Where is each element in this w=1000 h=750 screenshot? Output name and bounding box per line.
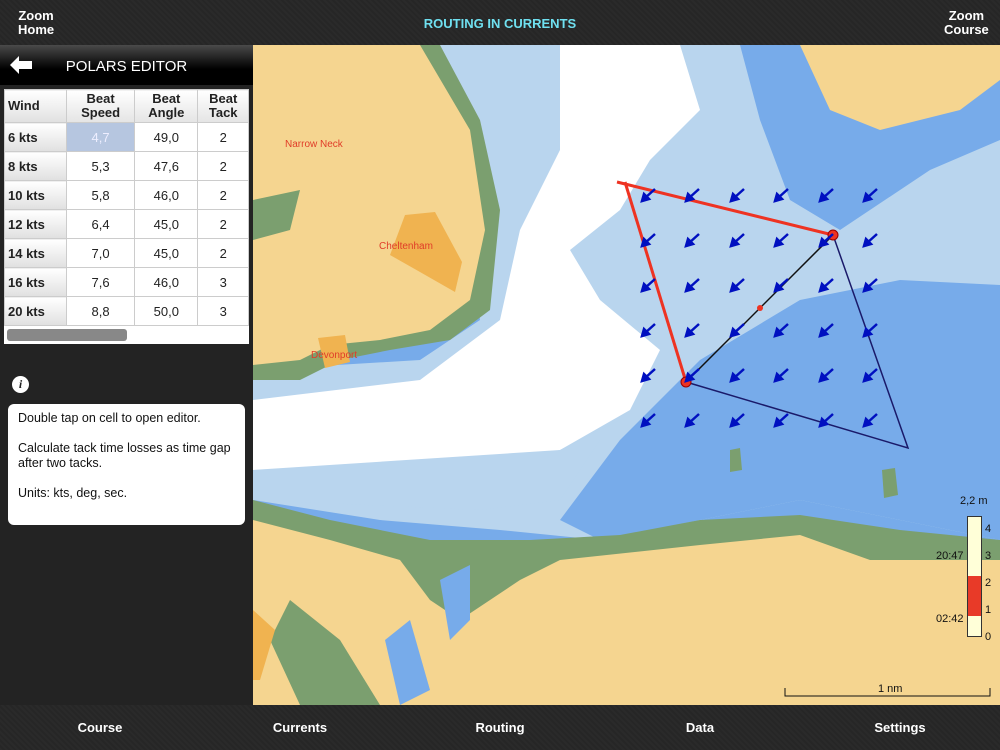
scrollbar-thumb[interactable] (6, 328, 127, 341)
nautical-chart[interactable] (253, 45, 1000, 705)
scale-label: 1 nm (878, 683, 903, 695)
polar-value-cell[interactable]: 46,0 (134, 180, 199, 210)
polars-table: Wind Beat Speed Beat Angle Beat Tack 6 kts 4… (4, 89, 249, 344)
current-arrow-icon (640, 323, 656, 338)
table-row: 14 kts 7,0 45,0 2 (4, 238, 249, 268)
label: Zoom (948, 8, 985, 23)
tide-high-time: 20:47 (936, 550, 964, 562)
polar-value-cell[interactable]: 3 (197, 296, 249, 326)
current-arrow-icon (684, 233, 700, 248)
current-arrow-icon (773, 188, 789, 203)
current-arrow-icon (773, 278, 789, 293)
note-text: Units: kts, deg, sec. (18, 486, 128, 500)
tide-low-time: 02:42 (936, 613, 964, 625)
tab-data[interactable]: Data (600, 720, 800, 735)
polar-value-cell[interactable]: 5,3 (65, 151, 136, 181)
current-arrow-icon (729, 233, 745, 248)
current-arrow-icon (729, 323, 745, 338)
help-note: Double tap on cell to open editor. Calcu… (8, 404, 245, 525)
bottom-tab-bar: Course Currents Routing Data Settings (0, 705, 1000, 750)
polar-value-cell[interactable]: 3 (197, 267, 249, 297)
tide-tick: 0 (985, 631, 992, 643)
tide-tick: 4 (985, 523, 992, 535)
polar-value-cell[interactable]: 2 (197, 180, 249, 210)
tide-tick: 3 (985, 550, 992, 562)
table-header: Wind Beat Speed Beat Angle Beat Tack (4, 89, 249, 123)
tide-height: 2,2 m (960, 495, 988, 507)
tab-currents[interactable]: Currents (200, 720, 400, 735)
note-text: Double tap on cell to open editor. (18, 411, 201, 425)
table-row: 16 kts 7,6 46,0 3 (4, 267, 249, 297)
table-row: 10 kts 5,8 46,0 2 (4, 180, 249, 210)
polar-value-cell[interactable]: 47,6 (134, 151, 199, 181)
polar-value-cell[interactable]: 2 (197, 122, 249, 152)
polar-value-cell[interactable]: 50,0 (134, 296, 199, 326)
current-arrow-icon (729, 188, 745, 203)
table-row: 12 kts 6,4 45,0 2 (4, 209, 249, 239)
polar-value-cell[interactable]: 45,0 (134, 209, 199, 239)
info-icon[interactable]: i (12, 376, 29, 393)
polar-value-cell[interactable]: 49,0 (134, 122, 199, 152)
wind-cell: 8 kts (4, 151, 67, 181)
current-arrow-icon (684, 278, 700, 293)
chart-map[interactable]: Narrow Neck Cheltenham Devonport 1 nm 2,… (253, 45, 1000, 705)
polar-value-cell[interactable]: 2 (197, 151, 249, 181)
wind-cell: 14 kts (4, 238, 67, 268)
place-label: Cheltenham (379, 241, 433, 252)
panel-header: POLARS EDITOR (0, 45, 253, 85)
polar-value-cell[interactable]: 7,0 (65, 238, 136, 268)
panel-title: POLARS EDITOR (65, 58, 188, 75)
current-arrow-icon (684, 188, 700, 203)
col-beat-tack: Beat Tack (197, 89, 249, 123)
label: Course (944, 22, 989, 37)
zoom-course-button[interactable]: Zoom Course (944, 9, 989, 37)
polar-value-cell[interactable]: 2 (197, 238, 249, 268)
tide-tick: 1 (985, 604, 992, 616)
wind-cell: 6 kts (4, 122, 67, 152)
app-title: ROUTING IN CURRENTS (423, 16, 577, 31)
polar-value-cell[interactable]: 2 (197, 209, 249, 239)
col-wind: Wind (4, 89, 67, 123)
place-label: Devonport (311, 350, 358, 361)
current-arrow-icon (640, 233, 656, 248)
current-arrow-icon (640, 278, 656, 293)
tab-course[interactable]: Course (0, 720, 200, 735)
note-text: Calculate tack time losses as time gap a… (18, 441, 231, 470)
tab-settings[interactable]: Settings (800, 720, 1000, 735)
tide-fill (968, 576, 981, 616)
current-arrow-icon (773, 233, 789, 248)
current-arrow-icon (684, 323, 700, 338)
polar-value-cell[interactable]: 7,6 (65, 267, 136, 297)
horizontal-scrollbar[interactable] (5, 326, 249, 344)
top-bar: Zoom Home ROUTING IN CURRENTS Zoom Course (0, 0, 1000, 45)
wind-cell: 10 kts (4, 180, 67, 210)
polar-value-cell[interactable]: 4,7 (65, 122, 136, 152)
table-row: 8 kts 5,3 47,6 2 (4, 151, 249, 181)
table-row: 20 kts 8,8 50,0 3 (4, 296, 249, 326)
current-arrow-icon (729, 278, 745, 293)
current-arrow-icon (862, 233, 878, 248)
wind-cell: 12 kts (4, 209, 67, 239)
place-label: Narrow Neck (285, 139, 343, 150)
tide-gauge (967, 516, 982, 637)
tab-routing[interactable]: Routing (400, 720, 600, 735)
col-beat-speed: Beat Speed (65, 89, 136, 123)
wind-cell: 20 kts (4, 296, 67, 326)
tide-tick: 2 (985, 577, 992, 589)
polar-value-cell[interactable]: 5,8 (65, 180, 136, 210)
polar-value-cell[interactable]: 46,0 (134, 267, 199, 297)
col-beat-angle: Beat Angle (134, 89, 199, 123)
current-arrow-icon (818, 278, 834, 293)
wind-cell: 16 kts (4, 267, 67, 297)
polar-value-cell[interactable]: 6,4 (65, 209, 136, 239)
table-row: 6 kts 4,7 49,0 2 (4, 122, 249, 152)
polar-value-cell[interactable]: 8,8 (65, 296, 136, 326)
polar-value-cell[interactable]: 45,0 (134, 238, 199, 268)
